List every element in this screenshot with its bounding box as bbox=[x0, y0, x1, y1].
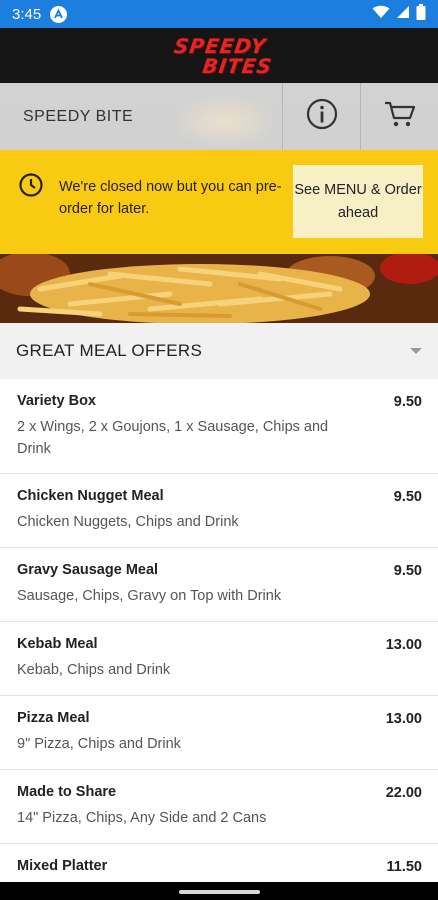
item-price: 22.00 bbox=[385, 785, 422, 801]
section-header-great-meal-offers[interactable]: GREAT MEAL OFFERS bbox=[0, 323, 438, 379]
clock-icon bbox=[18, 172, 44, 203]
item-price: 11.50 bbox=[386, 859, 423, 875]
item-description: 9" Pizza, Chips and Drink bbox=[17, 736, 181, 752]
item-description: Chicken Nuggets, Chips and Drink bbox=[17, 514, 239, 530]
store-title: SPEEDY BITE bbox=[23, 107, 134, 125]
item-name: Gravy Sausage Meal bbox=[17, 562, 159, 578]
item-name: Made to Share bbox=[17, 784, 117, 800]
brand-logo: SPEEDY BITES bbox=[161, 34, 276, 78]
item-description: Sausage, Chips, Gravy on Top with Drink bbox=[17, 588, 282, 604]
menu-item[interactable]: Pizza Meal 13.00 9" Pizza, Chips and Dri… bbox=[0, 696, 438, 770]
menu-item[interactable]: Kebab Meal 13.00 Kebab, Chips and Drink bbox=[0, 622, 438, 696]
item-price: 9.50 bbox=[393, 394, 422, 410]
item-description: 2 x Wings, 2 x Goujons, 1 x Sausage, Chi… bbox=[17, 419, 329, 457]
battery-icon bbox=[416, 3, 426, 25]
brand-logo-line2: BITES bbox=[201, 53, 274, 78]
item-price: 9.50 bbox=[393, 563, 422, 579]
item-name: Mixed Platter bbox=[17, 858, 108, 874]
item-name: Pizza Meal bbox=[17, 710, 90, 726]
wifi-icon bbox=[372, 5, 390, 24]
info-button[interactable] bbox=[282, 83, 360, 150]
info-icon bbox=[305, 97, 339, 136]
status-time: 3:45 bbox=[12, 5, 42, 23]
see-menu-order-ahead-button[interactable]: See MENU & Order ahead bbox=[293, 165, 423, 238]
cart-icon bbox=[383, 99, 417, 134]
brand-bar: SPEEDY BITES bbox=[0, 28, 438, 83]
cart-button[interactable] bbox=[360, 83, 438, 150]
system-nav-bar bbox=[0, 882, 438, 900]
menu-item[interactable]: Chicken Nugget Meal 9.50 Chicken Nuggets… bbox=[0, 474, 438, 548]
section-title: GREAT MEAL OFFERS bbox=[16, 341, 203, 360]
caret-down-icon bbox=[410, 348, 422, 354]
menu-item[interactable]: Variety Box 9.50 2 x Wings, 2 x Goujons,… bbox=[0, 379, 438, 474]
closed-notice: We're closed now but you can pre-order f… bbox=[0, 150, 438, 254]
item-price: 9.50 bbox=[393, 489, 422, 505]
item-name: Chicken Nugget Meal bbox=[17, 488, 164, 504]
item-price: 13.00 bbox=[385, 711, 422, 727]
signal-icon bbox=[396, 5, 410, 24]
menu-item[interactable]: Gravy Sausage Meal 9.50 Sausage, Chips, … bbox=[0, 548, 438, 622]
closed-message: We're closed now but you can pre-order f… bbox=[59, 179, 282, 217]
hero: SPEEDY BITE We're closed now but you can… bbox=[0, 83, 438, 323]
item-name: Kebab Meal bbox=[17, 636, 98, 652]
store-header: SPEEDY BITE bbox=[0, 83, 438, 150]
app-badge-icon bbox=[50, 5, 68, 23]
menu-item[interactable]: Made to Share 22.00 14" Pizza, Chips, An… bbox=[0, 770, 438, 844]
item-price: 13.00 bbox=[385, 637, 422, 653]
home-gesture-handle[interactable] bbox=[179, 890, 260, 894]
menu-list: Variety Box 9.50 2 x Wings, 2 x Goujons,… bbox=[0, 379, 438, 900]
item-description: 14" Pizza, Chips, Any Side and 2 Cans bbox=[17, 810, 267, 826]
status-icons bbox=[372, 3, 426, 25]
status-bar: 3:45 bbox=[0, 0, 438, 28]
food-image bbox=[0, 254, 438, 323]
item-name: Variety Box bbox=[17, 393, 96, 409]
item-description: Kebab, Chips and Drink bbox=[17, 662, 171, 678]
